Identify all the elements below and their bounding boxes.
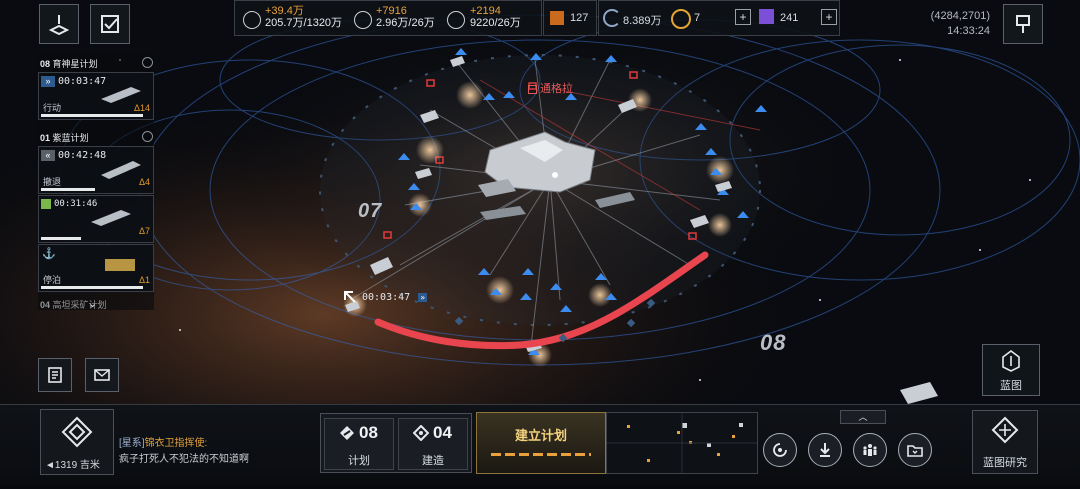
clock: 14:33:24: [947, 25, 990, 37]
task-card-1[interactable]: » 00:03:47 行动 Δ14: [38, 72, 154, 120]
progress-bar: [41, 286, 143, 289]
build-icon: [413, 425, 429, 441]
group-1-toggle-icon[interactable]: [142, 57, 153, 68]
chat-line-1[interactable]: [星系]锦衣卫指挥使:: [119, 434, 207, 449]
fast-forward-icon: »: [418, 293, 428, 302]
add-premium-button[interactable]: +: [821, 9, 837, 25]
build-slots-indicator: [491, 453, 591, 456]
zone-label-left: 07: [358, 200, 383, 222]
mail-button[interactable]: [85, 358, 119, 392]
beacon-icon: [48, 15, 70, 35]
notes-icon: [48, 367, 62, 383]
forward-icon: »: [41, 76, 55, 87]
flag-icon: [1016, 15, 1030, 33]
progress-bar: [41, 188, 95, 191]
ship-thumbnail-icon: [101, 87, 141, 103]
ship-thumbnail-icon: [105, 259, 135, 271]
download-button[interactable]: [808, 433, 842, 467]
blueprint-research-icon: [991, 416, 1019, 444]
task-card-3[interactable]: 00:31:46 Δ7: [38, 195, 154, 243]
flag-button[interactable]: [1003, 4, 1043, 44]
token-icon: [671, 9, 691, 29]
plan-icon: [340, 426, 354, 440]
target-label[interactable]: 通格拉: [528, 80, 573, 96]
gas-icon: [447, 11, 465, 29]
plan-counter[interactable]: 08 计划: [324, 418, 394, 470]
progress-bar: [41, 114, 143, 117]
blueprint-research-button[interactable]: 蓝图研究: [972, 410, 1038, 474]
resource-2[interactable]: +7916 2.96万/26万: [376, 5, 435, 29]
build-counter[interactable]: 04 建造: [398, 418, 468, 470]
folder-button[interactable]: [898, 433, 932, 467]
chat-line-2[interactable]: 疯子打死人不犯法的不知道啊: [119, 450, 249, 465]
download-icon: [820, 443, 830, 457]
fuel-icon: [243, 11, 261, 29]
build-plan-button[interactable]: 建立计划: [476, 412, 606, 474]
radar-icon: [61, 416, 93, 448]
blueprint-icon: [1002, 350, 1020, 372]
ship-thumbnail-icon: [101, 161, 141, 179]
task-button[interactable]: [90, 4, 130, 44]
target-marker-icon: [528, 84, 537, 94]
task-group-1[interactable]: 08 育神星计划: [40, 57, 98, 70]
task-group-2[interactable]: 01 紫蓝计划: [40, 131, 89, 144]
fleet-icon: [550, 11, 564, 25]
group-button[interactable]: [853, 433, 887, 467]
blueprint-button[interactable]: 蓝图: [982, 344, 1040, 396]
task-card-2[interactable]: « 00:42:48 撤退 Δ4: [38, 146, 154, 194]
galaxy-button[interactable]: [763, 433, 797, 467]
fleet-count[interactable]: 127: [543, 0, 597, 36]
beacon-button[interactable]: [39, 4, 79, 44]
mining-icon: [41, 199, 51, 209]
galaxy-icon: [773, 443, 787, 457]
status-info: (4284,2701) 14:33:24: [931, 9, 990, 39]
radar-button[interactable]: ◄1319 吉米: [40, 409, 114, 475]
notes-button[interactable]: [38, 358, 72, 392]
group-2-toggle-icon[interactable]: [142, 131, 153, 142]
folder-icon: [907, 445, 923, 457]
resource-bar: +39.4万 205.7万/1320万 +7916 2.96万/26万 +2194 9…: [234, 0, 542, 36]
ship-thumbnail-icon: [91, 210, 131, 226]
group-icon: [863, 444, 877, 456]
chevron-up-icon: ︿: [858, 412, 868, 422]
mail-icon: [94, 369, 110, 381]
resource-1[interactable]: +39.4万 205.7万/1320万: [265, 5, 342, 29]
premium-icon: [759, 9, 774, 24]
task-card-4[interactable]: ⚓ 停泊 Δ1: [38, 244, 154, 292]
crystal-icon: [354, 11, 372, 29]
zone-label-right: 08: [760, 330, 787, 355]
retreat-icon: «: [41, 150, 55, 161]
chevron-down-icon[interactable]: ⌄: [88, 297, 97, 310]
coordinates[interactable]: (4284,2701): [931, 9, 990, 24]
credits-icon: [603, 9, 621, 27]
currency-bar: 8.389万 7 + 241 +: [598, 0, 840, 36]
add-tokens-button[interactable]: +: [735, 9, 751, 25]
fleet-timer[interactable]: 00:03:47 »: [362, 292, 428, 303]
resource-3[interactable]: +2194 9220/26万: [470, 5, 521, 29]
minimap[interactable]: [606, 412, 758, 474]
progress-bar: [41, 237, 81, 240]
task-icon: [101, 15, 119, 33]
expand-toolbar-button[interactable]: ︿: [840, 410, 886, 424]
minimap-dots: [607, 413, 757, 473]
anchor-icon: ⚓: [42, 248, 56, 260]
